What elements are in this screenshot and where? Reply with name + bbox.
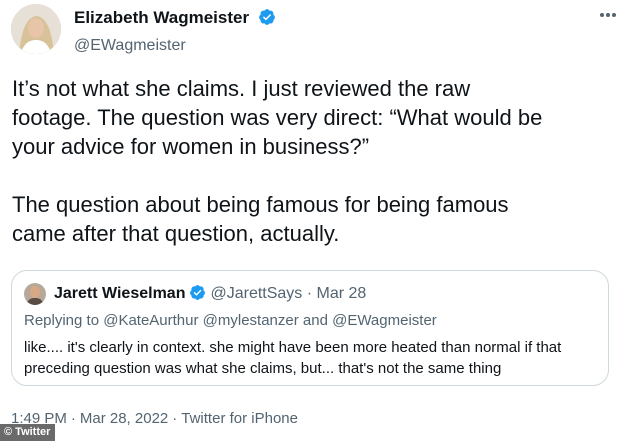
quoted-author-avatar[interactable]: [24, 283, 46, 305]
quoted-tweet-text: like.... it's clearly in context. she mi…: [24, 339, 562, 377]
verified-badge-icon: [189, 284, 206, 307]
quoted-date[interactable]: Mar 28: [317, 285, 367, 302]
tweet-text: It’s not what she claims. I just reviewe…: [12, 76, 543, 246]
tweet-date[interactable]: Mar 28, 2022: [80, 410, 168, 427]
dot-separator: ·: [306, 285, 313, 302]
quoted-handle[interactable]: @JarettSays: [210, 285, 302, 302]
tweet-source[interactable]: Twitter for iPhone: [181, 410, 298, 427]
dot-separator: ·: [172, 410, 178, 427]
dot-separator: ·: [70, 410, 76, 427]
author-avatar[interactable]: [11, 4, 61, 54]
quoted-display-name[interactable]: Jarett Wieselman: [54, 285, 185, 302]
more-options-icon[interactable]: [595, 6, 621, 24]
verified-badge-icon: [258, 8, 276, 31]
quoted-avatar-image: [24, 283, 46, 305]
tweet-card: Elizabeth Wagmeister @EWagmeister It’s n…: [0, 0, 634, 441]
quoted-tweet-header: Jarett Wieselman @JarettSays · Mar 28: [54, 284, 366, 307]
tweet-header: Elizabeth Wagmeister @EWagmeister: [11, 4, 623, 56]
quoted-tweet[interactable]: Jarett Wieselman @JarettSays · Mar 28 Rep…: [11, 270, 609, 386]
author-avatar-image: [11, 4, 61, 54]
author-handle[interactable]: @EWagmeister: [74, 36, 276, 56]
author-display-name[interactable]: Elizabeth Wagmeister: [74, 8, 249, 27]
twitter-watermark: © Twitter: [0, 424, 56, 441]
replying-to-label: Replying to @KateAurthur @mylestanzer an…: [24, 312, 437, 329]
author-name-block: Elizabeth Wagmeister @EWagmeister: [74, 8, 276, 56]
